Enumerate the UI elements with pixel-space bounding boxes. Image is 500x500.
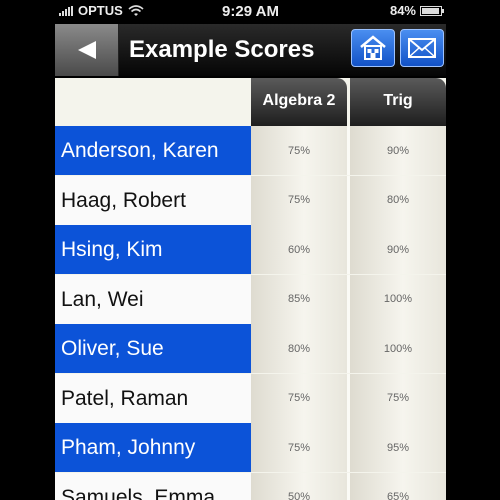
table-row[interactable]: Lan, Wei 85% 100% — [55, 274, 446, 324]
table-row[interactable]: Oliver, Sue 80% 100% — [55, 324, 446, 373]
algebra-score: 75% — [251, 126, 347, 175]
algebra-score: 75% — [251, 373, 347, 423]
table-row[interactable]: Patel, Raman 75% 75% — [55, 373, 446, 423]
table-row[interactable]: Haag, Robert 75% 80% — [55, 175, 446, 225]
student-name: Patel, Raman — [55, 373, 251, 423]
trig-score: 90% — [350, 225, 446, 274]
table-row[interactable]: Anderson, Karen 75% 90% — [55, 126, 446, 175]
page-title: Example Scores — [129, 36, 315, 63]
algebra-score: 85% — [251, 274, 347, 324]
student-name: Pham, Johnny — [55, 423, 251, 472]
student-name: Hsing, Kim — [55, 225, 251, 274]
scores-table: Algebra 2 Trig Anderson, Karen 75% 90% Haag… — [55, 78, 446, 500]
algebra-score: 60% — [251, 225, 347, 274]
algebra-score: 50% — [251, 472, 347, 500]
student-name: Anderson, Karen — [55, 126, 251, 175]
student-name: Lan, Wei — [55, 274, 251, 324]
battery-percent: 84% — [389, 3, 416, 18]
student-name: Oliver, Sue — [55, 324, 251, 373]
algebra-score: 75% — [251, 423, 347, 472]
battery-icon — [420, 5, 444, 16]
mail-button[interactable] — [400, 29, 444, 67]
mail-icon — [408, 38, 436, 58]
status-bar: OPTUS 9:29 AM 84% — [55, 0, 446, 22]
navigation-bar: Example Scores — [55, 24, 446, 76]
trig-score: 80% — [350, 175, 446, 225]
algebra-score: 75% — [251, 175, 347, 225]
trig-score: 75% — [350, 373, 446, 423]
table-row[interactable]: Pham, Johnny 75% 95% — [55, 423, 446, 472]
trig-score: 100% — [350, 274, 446, 324]
back-button[interactable] — [55, 24, 119, 76]
battery-indicator: 84% — [389, 3, 444, 18]
clock: 9:29 AM — [222, 3, 279, 20]
trig-score: 95% — [350, 423, 446, 472]
column-header-trig[interactable]: Trig — [350, 78, 446, 126]
back-arrow-icon — [77, 41, 96, 59]
algebra-score: 80% — [251, 324, 347, 373]
home-button[interactable] — [351, 29, 395, 67]
trig-score: 100% — [350, 324, 446, 373]
trig-score: 90% — [350, 126, 446, 175]
student-name: Samuels, Emma — [55, 472, 251, 500]
home-icon — [360, 35, 386, 60]
student-name: Haag, Robert — [55, 175, 251, 225]
column-header-algebra[interactable]: Algebra 2 — [251, 78, 347, 126]
table-row[interactable]: Samuels, Emma 50% 65% — [55, 472, 446, 500]
trig-score: 65% — [350, 472, 446, 500]
table-row[interactable]: Hsing, Kim 60% 90% — [55, 225, 446, 274]
